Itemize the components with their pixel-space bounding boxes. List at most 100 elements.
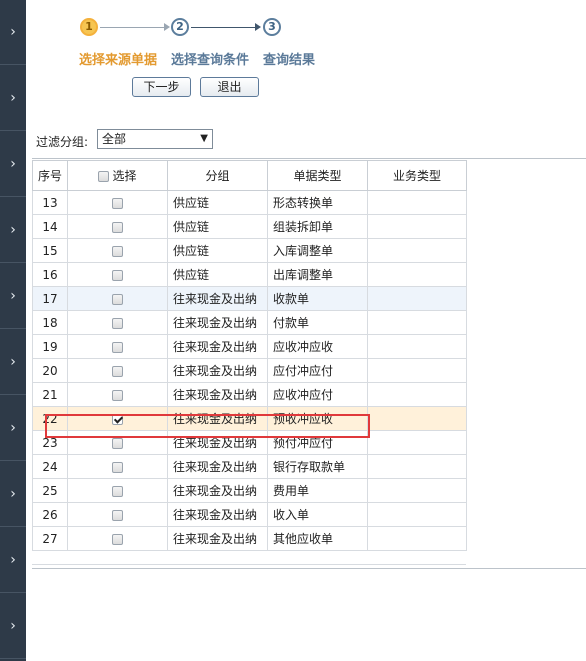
row-number: 24: [32, 454, 68, 479]
document-grid: 序号 选择 分组 单据类型 业务类型 13 供应链 形态转换单 14 供应链 组装拆卸单 1…: [32, 160, 467, 551]
row-select-cell[interactable]: [67, 358, 168, 383]
table-row[interactable]: 19 往来现金及出纳 应收冲应收: [32, 334, 467, 359]
step-connector: [100, 27, 164, 28]
row-checkbox[interactable]: [112, 509, 123, 521]
row-group: 往来现金及出纳: [167, 358, 268, 383]
sidebar-tab-chevron-right-icon[interactable]: ›: [0, 66, 26, 131]
row-select-cell[interactable]: [67, 262, 168, 287]
row-select-cell[interactable]: [67, 406, 168, 431]
table-row[interactable]: 22 往来现金及出纳 预收冲应收: [32, 406, 467, 431]
row-group: 往来现金及出纳: [167, 502, 268, 527]
row-checkbox[interactable]: [112, 533, 123, 545]
row-group: 供应链: [167, 190, 268, 215]
row-biz-type: [367, 406, 467, 431]
table-row[interactable]: 13 供应链 形态转换单: [32, 190, 467, 215]
row-group: 往来现金及出纳: [167, 334, 268, 359]
table-row[interactable]: 16 供应链 出库调整单: [32, 262, 467, 287]
table-row[interactable]: 24 往来现金及出纳 银行存取款单: [32, 454, 467, 479]
sidebar-tab-chevron-right-icon[interactable]: ›: [0, 0, 26, 65]
row-checkbox[interactable]: [112, 389, 123, 401]
row-select-cell[interactable]: [67, 286, 168, 311]
filter-group-label: 过滤分组:: [36, 135, 89, 149]
table-row[interactable]: 25 往来现金及出纳 费用单: [32, 478, 467, 503]
row-checkbox[interactable]: [112, 317, 123, 329]
row-doc-type: 出库调整单: [267, 262, 368, 287]
sidebar-tab-chevron-right-icon[interactable]: ›: [0, 594, 26, 659]
row-biz-type: [367, 526, 467, 551]
step-3-circle: 3: [263, 18, 281, 36]
row-doc-type: 收入单: [267, 502, 368, 527]
row-select-cell[interactable]: [67, 454, 168, 479]
row-number: 13: [32, 190, 68, 215]
row-group: 供应链: [167, 214, 268, 239]
row-checkbox[interactable]: [112, 293, 123, 305]
row-select-cell[interactable]: [67, 214, 168, 239]
sidebar-tab-chevron-right-icon[interactable]: ›: [0, 198, 26, 263]
row-checkbox[interactable]: [112, 269, 123, 281]
row-number: 18: [32, 310, 68, 335]
row-select-cell[interactable]: [67, 190, 168, 215]
table-row[interactable]: 15 供应链 入库调整单: [32, 238, 467, 263]
table-row[interactable]: 20 往来现金及出纳 应付冲应付: [32, 358, 467, 383]
row-doc-type: 应收冲应收: [267, 334, 368, 359]
row-checkbox[interactable]: [112, 245, 123, 257]
table-row[interactable]: 14 供应链 组装拆卸单: [32, 214, 467, 239]
table-row[interactable]: 21 往来现金及出纳 应收冲应付: [32, 382, 467, 407]
row-number: 26: [32, 502, 68, 527]
row-select-cell[interactable]: [67, 526, 168, 551]
row-checkbox[interactable]: [112, 221, 123, 233]
next-step-button[interactable]: 下一步: [132, 77, 191, 97]
arrow-right-icon: [255, 23, 261, 31]
table-row[interactable]: 27 往来现金及出纳 其他应收单: [32, 526, 467, 551]
row-group: 往来现金及出纳: [167, 430, 268, 455]
row-checkbox[interactable]: [112, 341, 123, 353]
row-checkbox[interactable]: [112, 197, 123, 209]
row-number: 22: [32, 406, 68, 431]
row-group: 往来现金及出纳: [167, 478, 268, 503]
sidebar-tab-chevron-right-icon[interactable]: ›: [0, 396, 26, 461]
row-select-cell[interactable]: [67, 238, 168, 263]
row-number: 21: [32, 382, 68, 407]
column-header-select: 选择: [67, 160, 168, 191]
table-row[interactable]: 26 往来现金及出纳 收入单: [32, 502, 467, 527]
row-biz-type: [367, 190, 467, 215]
row-group: 往来现金及出纳: [167, 526, 268, 551]
table-row[interactable]: 18 往来现金及出纳 付款单: [32, 310, 467, 335]
row-biz-type: [367, 238, 467, 263]
column-header-biz-type: 业务类型: [367, 160, 467, 191]
row-number: 19: [32, 334, 68, 359]
row-checkbox[interactable]: [112, 437, 123, 449]
row-doc-type: 组装拆卸单: [267, 214, 368, 239]
step-2-label: 选择查询条件: [171, 53, 250, 68]
filter-group-select[interactable]: 全部 ▼: [97, 129, 213, 149]
arrow-right-icon: [164, 23, 170, 31]
row-doc-type: 形态转换单: [267, 190, 368, 215]
select-all-checkbox[interactable]: [98, 171, 110, 182]
sidebar-tab-chevron-right-icon[interactable]: ›: [0, 462, 26, 527]
table-header-row: 序号 选择 分组 单据类型 业务类型: [32, 160, 467, 191]
row-checkbox[interactable]: [112, 365, 123, 377]
step-1-circle: 1: [80, 18, 98, 36]
sidebar-tab-chevron-right-icon[interactable]: ›: [0, 528, 26, 593]
row-number: 14: [32, 214, 68, 239]
row-select-cell[interactable]: [67, 382, 168, 407]
row-select-cell[interactable]: [67, 502, 168, 527]
sidebar-tab-chevron-right-icon[interactable]: ›: [0, 330, 26, 395]
row-group: 往来现金及出纳: [167, 454, 268, 479]
row-select-cell[interactable]: [67, 334, 168, 359]
table-row[interactable]: 23 往来现金及出纳 预付冲应付: [32, 430, 467, 455]
row-select-cell[interactable]: [67, 478, 168, 503]
sidebar-tab-chevron-right-icon[interactable]: ›: [0, 264, 26, 329]
exit-button[interactable]: 退出: [200, 77, 259, 97]
row-select-cell[interactable]: [67, 310, 168, 335]
row-checkbox[interactable]: [112, 485, 123, 497]
row-group: 往来现金及出纳: [167, 382, 268, 407]
row-checkbox[interactable]: [112, 413, 123, 425]
table-row[interactable]: 17 往来现金及出纳 收款单: [32, 286, 467, 311]
row-doc-type: 银行存取款单: [267, 454, 368, 479]
row-biz-type: [367, 382, 467, 407]
row-select-cell[interactable]: [67, 430, 168, 455]
sidebar-tab-chevron-right-icon[interactable]: ›: [0, 132, 26, 197]
row-biz-type: [367, 214, 467, 239]
row-checkbox[interactable]: [112, 461, 123, 473]
